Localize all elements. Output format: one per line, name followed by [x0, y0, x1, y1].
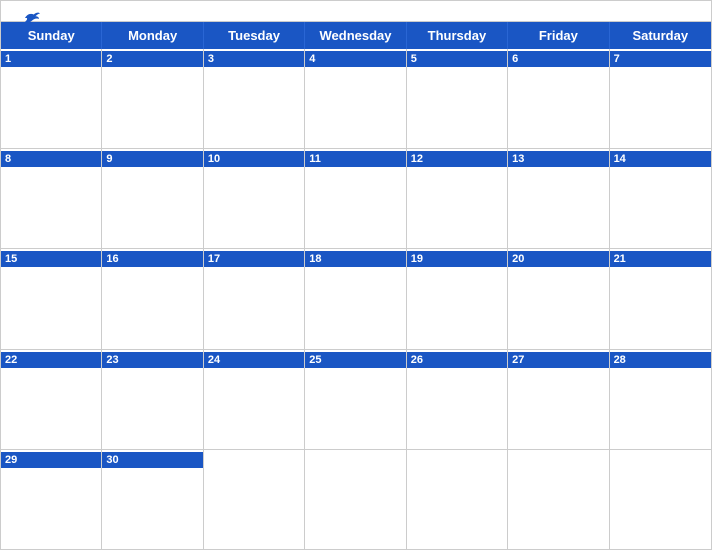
- day-number-1: 1: [1, 51, 101, 67]
- day-cell-30: 30: [102, 450, 203, 549]
- day-number-13: 13: [508, 151, 608, 167]
- day-number-8: 8: [1, 151, 101, 167]
- day-cell-12: 12: [407, 149, 508, 248]
- day-header-sunday: Sunday: [1, 22, 102, 49]
- day-cell-empty: [508, 450, 609, 549]
- day-cell-15: 15: [1, 249, 102, 348]
- day-cell-24: 24: [204, 350, 305, 449]
- day-number-7: 7: [610, 51, 711, 67]
- day-cell-5: 5: [407, 49, 508, 148]
- day-number-24: 24: [204, 352, 304, 368]
- day-cell-4: 4: [305, 49, 406, 148]
- generalblue-logo: [21, 11, 41, 25]
- day-number-3: 3: [204, 51, 304, 67]
- day-cell-14: 14: [610, 149, 711, 248]
- day-cell-7: 7: [610, 49, 711, 148]
- day-cell-25: 25: [305, 350, 406, 449]
- day-header-thursday: Thursday: [407, 22, 508, 49]
- day-cell-2: 2: [102, 49, 203, 148]
- day-number-empty: [610, 459, 711, 463]
- day-number-6: 6: [508, 51, 608, 67]
- day-number-empty: [204, 459, 304, 463]
- day-cell-8: 8: [1, 149, 102, 248]
- day-cell-19: 19: [407, 249, 508, 348]
- day-cell-17: 17: [204, 249, 305, 348]
- day-number-11: 11: [305, 151, 405, 167]
- day-cell-1: 1: [1, 49, 102, 148]
- day-number-25: 25: [305, 352, 405, 368]
- day-cell-10: 10: [204, 149, 305, 248]
- week-row-2: 891011121314: [1, 149, 711, 249]
- logo-blue-text: [21, 11, 41, 25]
- day-cell-empty: [407, 450, 508, 549]
- day-header-friday: Friday: [508, 22, 609, 49]
- day-cell-13: 13: [508, 149, 609, 248]
- day-cell-23: 23: [102, 350, 203, 449]
- day-number-26: 26: [407, 352, 507, 368]
- day-cell-9: 9: [102, 149, 203, 248]
- day-number-12: 12: [407, 151, 507, 167]
- week-row-4: 22232425262728: [1, 350, 711, 450]
- day-number-empty: [407, 459, 507, 463]
- day-number-20: 20: [508, 251, 608, 267]
- day-header-saturday: Saturday: [610, 22, 711, 49]
- day-number-23: 23: [102, 352, 202, 368]
- day-number-4: 4: [305, 51, 405, 67]
- day-cell-16: 16: [102, 249, 203, 348]
- day-cell-29: 29: [1, 450, 102, 549]
- day-number-22: 22: [1, 352, 101, 368]
- day-cell-empty: [305, 450, 406, 549]
- day-cell-3: 3: [204, 49, 305, 148]
- day-number-18: 18: [305, 251, 405, 267]
- day-cell-26: 26: [407, 350, 508, 449]
- day-number-10: 10: [204, 151, 304, 167]
- day-cell-22: 22: [1, 350, 102, 449]
- day-cell-28: 28: [610, 350, 711, 449]
- calendar-container: SundayMondayTuesdayWednesdayThursdayFrid…: [0, 0, 712, 550]
- day-number-30: 30: [102, 452, 202, 468]
- calendar-grid: SundayMondayTuesdayWednesdayThursdayFrid…: [1, 21, 711, 549]
- day-number-29: 29: [1, 452, 101, 468]
- weeks-container: 1234567891011121314151617181920212223242…: [1, 49, 711, 549]
- day-cell-18: 18: [305, 249, 406, 348]
- week-row-1: 1234567: [1, 49, 711, 149]
- day-number-15: 15: [1, 251, 101, 267]
- day-cell-empty: [610, 450, 711, 549]
- week-row-5: 2930: [1, 450, 711, 549]
- day-headers-row: SundayMondayTuesdayWednesdayThursdayFrid…: [1, 22, 711, 49]
- day-number-14: 14: [610, 151, 711, 167]
- day-cell-21: 21: [610, 249, 711, 348]
- day-header-tuesday: Tuesday: [204, 22, 305, 49]
- day-number-16: 16: [102, 251, 202, 267]
- day-cell-27: 27: [508, 350, 609, 449]
- day-number-27: 27: [508, 352, 608, 368]
- day-header-monday: Monday: [102, 22, 203, 49]
- day-number-5: 5: [407, 51, 507, 67]
- day-number-9: 9: [102, 151, 202, 167]
- day-number-empty: [508, 459, 608, 463]
- day-number-2: 2: [102, 51, 202, 67]
- day-cell-6: 6: [508, 49, 609, 148]
- week-row-3: 15161718192021: [1, 249, 711, 349]
- day-number-empty: [305, 459, 405, 463]
- day-number-19: 19: [407, 251, 507, 267]
- logo-bird-icon: [23, 11, 41, 25]
- day-cell-empty: [204, 450, 305, 549]
- day-number-28: 28: [610, 352, 711, 368]
- day-header-wednesday: Wednesday: [305, 22, 406, 49]
- calendar-header: [1, 1, 711, 21]
- day-cell-11: 11: [305, 149, 406, 248]
- day-number-17: 17: [204, 251, 304, 267]
- day-cell-20: 20: [508, 249, 609, 348]
- day-number-21: 21: [610, 251, 711, 267]
